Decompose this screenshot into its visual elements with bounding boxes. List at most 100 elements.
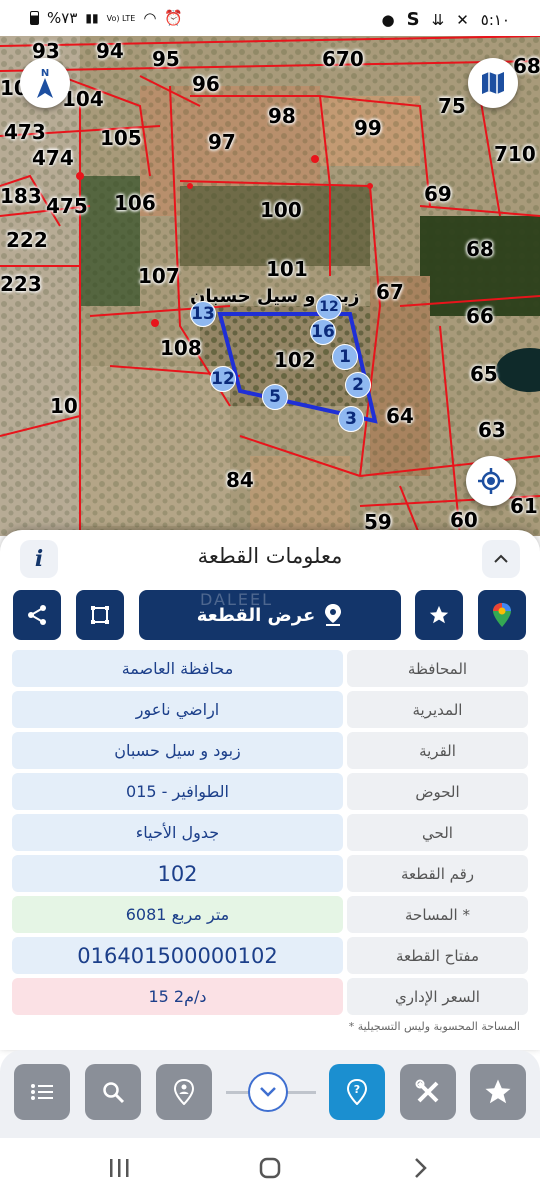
parcel-number: 106 [114, 191, 156, 215]
area-footnote: * المساحة المحسوبة وليس التسجيلية [348, 1020, 520, 1033]
polygon-icon [91, 606, 109, 624]
parcel-number: 95 [152, 47, 180, 71]
neighborhood-value: جدول الأحياء [12, 814, 343, 851]
table-row: الطوافير - 015 الحوض [12, 771, 528, 812]
compass-icon: N [37, 68, 53, 98]
parcel-number: 69 [424, 182, 452, 206]
person-pin-icon [173, 1079, 195, 1105]
parcel-info-table: محافظة العاصمة المحافظة اراضي ناعور المدير… [12, 648, 528, 1017]
parcel-number-value: 102 [12, 855, 343, 892]
basin-label: الحوض [347, 773, 528, 810]
parcel-number: 59 [364, 510, 392, 534]
collapse-button[interactable] [248, 1072, 288, 1112]
vertex-marker: 5 [262, 384, 288, 410]
parcel-number: 670 [322, 47, 364, 71]
parcel-number: 108 [160, 336, 202, 360]
parcel-number: 222 [6, 228, 48, 252]
parcel-number: 65 [470, 362, 498, 386]
search-icon [103, 1082, 125, 1104]
table-row: زبود و سيل حسبان القرية [12, 730, 528, 771]
back-icon[interactable] [410, 1156, 430, 1180]
volte-label: Vo) LTE [106, 13, 136, 23]
google-maps-button[interactable] [478, 590, 526, 640]
search-button[interactable] [85, 1064, 141, 1120]
map-view[interactable]: 93 94 95 10 104 96 670 68 473 105 97 98 … [0, 36, 540, 536]
battery-icon [30, 11, 39, 25]
parcel-number: 710 [494, 142, 536, 166]
share-icon [28, 605, 46, 625]
parcel-number: 67 [376, 280, 404, 304]
vertex-marker: 1 [332, 344, 358, 370]
share-button[interactable] [13, 590, 61, 640]
table-row: 102 رقم القطعة [12, 853, 528, 894]
parcel-number: 60 [450, 508, 478, 532]
table-row: 016401500000102 مفتاح القطعة [12, 935, 528, 976]
vertex-marker: 12 [210, 366, 236, 392]
parcel-number: 10 [50, 394, 78, 418]
parcel-number: 99 [354, 116, 382, 140]
home-icon[interactable] [258, 1156, 282, 1180]
favorite-parcel-button[interactable] [415, 590, 463, 640]
list-icon [31, 1084, 53, 1100]
table-row: 6081 متر مربع المساحة * [12, 894, 528, 935]
battery-level: %٧٣ [47, 9, 78, 27]
map-layers-button[interactable] [468, 58, 518, 108]
price-label: السعر الإداري [347, 978, 528, 1015]
area-value: 6081 متر مربع [12, 896, 343, 933]
parcel-number: 61 [510, 494, 538, 518]
locate-button[interactable] [466, 456, 516, 506]
parcel-number: 102 [274, 348, 316, 372]
table-row: محافظة العاصمة المحافظة [12, 648, 528, 689]
help-pin-icon: ? [346, 1079, 368, 1105]
sheet-title: معلومات القطعة [197, 544, 343, 568]
parcel-number: 68 [513, 54, 540, 78]
draw-polygon-button[interactable] [76, 590, 124, 640]
table-row: جدول الأحياء الحي [12, 812, 528, 853]
parcel-number: 107 [138, 264, 180, 288]
status-bar: %٧٣ ▮▮ Vo) LTE ◠ ⏰ ● S ⇊ ✕ ٥:١٠ [0, 0, 540, 36]
wifi-icon: ◠ [143, 9, 157, 27]
download-icon: ⇊ [431, 10, 445, 29]
notification-dot-icon: ● [381, 10, 395, 29]
status-s-icon: S [406, 9, 420, 30]
parcel-number: 94 [96, 39, 124, 63]
parcel-number: 223 [0, 272, 42, 296]
vertex-marker: 13 [190, 301, 216, 327]
governorate-value: محافظة العاصمة [12, 650, 343, 687]
parcel-number: 101 [266, 257, 308, 281]
parcel-number: 474 [32, 146, 74, 170]
locate-icon [478, 468, 504, 494]
parcel-key-label: مفتاح القطعة [347, 937, 528, 974]
person-location-button[interactable] [156, 1064, 212, 1120]
svg-text:?: ? [354, 1083, 360, 1096]
recents-icon[interactable] [108, 1158, 132, 1178]
expand-button[interactable] [482, 540, 520, 578]
parcel-number: 473 [4, 120, 46, 144]
directorate-label: المديرية [347, 691, 528, 728]
parcel-number: 75 [438, 94, 466, 118]
favorites-button[interactable] [470, 1064, 526, 1120]
price-value: 15 د/م2 [12, 978, 343, 1015]
clock: ٥:١٠ [480, 10, 510, 29]
area-label: المساحة * [347, 896, 528, 933]
tools-button[interactable] [400, 1064, 456, 1120]
parcel-key-value: 016401500000102 [12, 937, 343, 974]
parcel-number: 96 [192, 72, 220, 96]
pin-icon [325, 604, 342, 626]
parcel-number: 84 [226, 468, 254, 492]
neighborhood-label: الحي [347, 814, 528, 851]
map-layers-icon [482, 72, 504, 94]
table-row: 15 د/م2 السعر الإداري [12, 976, 528, 1017]
alarm-icon: ⏰ [164, 9, 184, 27]
compass-button[interactable]: N [20, 58, 70, 108]
help-location-button[interactable]: ? [329, 1064, 385, 1120]
star-icon [429, 605, 449, 624]
list-button[interactable] [14, 1064, 70, 1120]
parcel-number: 66 [466, 304, 494, 328]
chevron-up-icon [494, 554, 508, 563]
info-icon: i [34, 546, 44, 572]
info-button[interactable]: i [20, 540, 58, 578]
tools-icon [415, 1079, 439, 1103]
parcel-number: 475 [46, 194, 88, 218]
parcel-number: 63 [478, 418, 506, 442]
